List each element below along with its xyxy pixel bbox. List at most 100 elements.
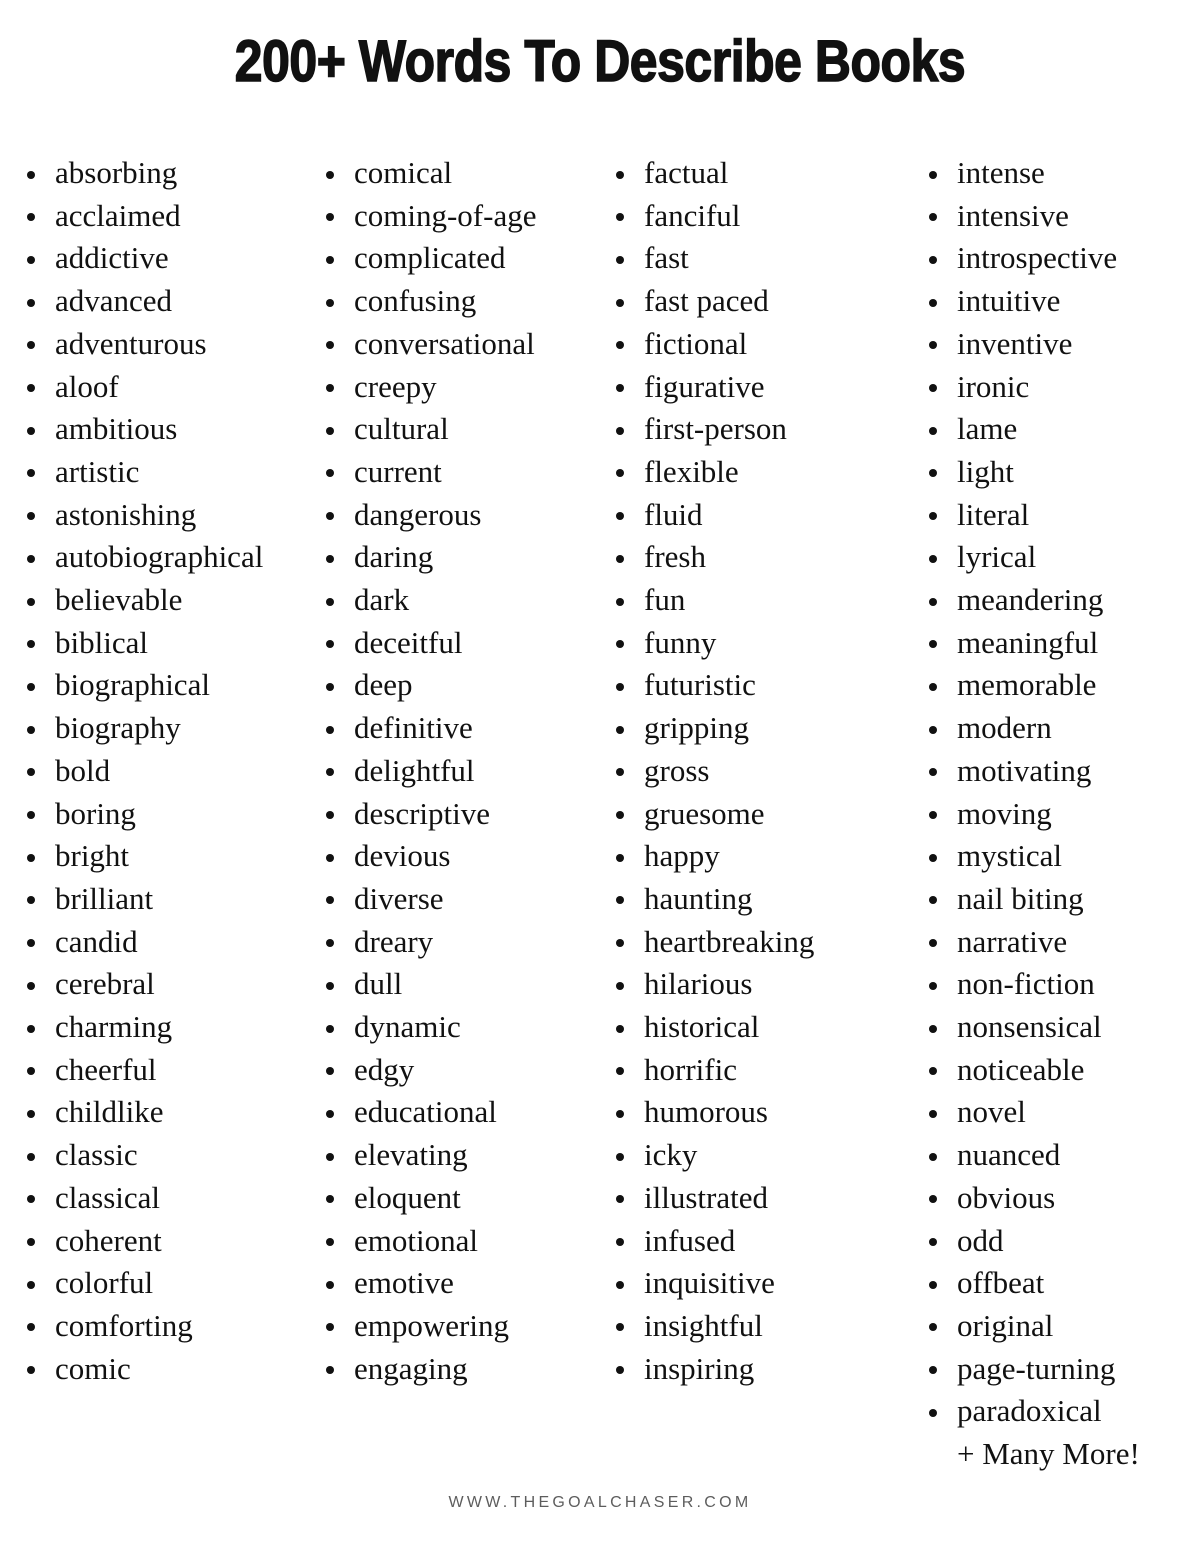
bullet-icon xyxy=(616,682,624,691)
word-label: dull xyxy=(354,966,403,1002)
bullet-icon xyxy=(27,1323,35,1332)
word-list-item: confusing xyxy=(317,280,595,323)
word-label: historical xyxy=(644,1009,760,1045)
word-list-item: comforting xyxy=(18,1305,300,1348)
bullet-icon xyxy=(326,725,334,734)
word-label: inventive xyxy=(957,325,1073,361)
bullet-icon xyxy=(326,1195,334,1204)
footer: WWW.THEGOALCHASER.COM xyxy=(0,1494,1200,1512)
word-label: biographical xyxy=(55,667,210,703)
bullet-icon xyxy=(326,811,334,820)
word-label: confusing xyxy=(354,283,477,319)
word-list-item: coherent xyxy=(18,1220,300,1263)
word-label: empowering xyxy=(354,1307,509,1343)
word-label: noticeable xyxy=(957,1051,1085,1087)
bullet-icon xyxy=(929,170,937,179)
word-label: intense xyxy=(957,155,1045,190)
word-label: conversational xyxy=(354,325,535,361)
bullet-icon xyxy=(326,384,334,393)
word-label: classic xyxy=(55,1137,138,1173)
word-label: biblical xyxy=(55,624,148,660)
word-label: illustrated xyxy=(644,1179,768,1215)
word-list-item: dark xyxy=(317,579,595,622)
word-label: gruesome xyxy=(644,795,765,831)
bullet-icon xyxy=(929,298,937,307)
bullet-icon xyxy=(616,213,624,222)
bullet-icon xyxy=(326,768,334,777)
bullet-icon xyxy=(929,1024,937,1033)
word-label: definitive xyxy=(354,710,473,746)
word-list-item: biography xyxy=(18,707,300,750)
word-list-item: haunting xyxy=(607,878,900,921)
word-list-item: heartbreaking xyxy=(607,921,900,964)
bullet-icon xyxy=(326,597,334,606)
word-list-item: inquisitive xyxy=(607,1262,900,1305)
word-list-item: artistic xyxy=(18,451,300,494)
printable-word-list-page: 200+ Words To Describe Books absorbing ac… xyxy=(0,0,1200,1553)
word-list-item: insightful xyxy=(607,1305,900,1348)
word-list-item: modern xyxy=(920,707,1200,750)
word-list-4: intense intensive introspective intuitive in… xyxy=(920,152,1200,1476)
word-list-item: humorous xyxy=(607,1091,900,1134)
word-list-item: noticeable xyxy=(920,1049,1200,1092)
word-list-item: descriptive xyxy=(317,793,595,836)
word-list-item: paradoxical xyxy=(920,1390,1200,1433)
word-label: bright xyxy=(55,838,130,874)
bullet-icon xyxy=(27,426,35,435)
word-label: boring xyxy=(55,795,136,831)
word-list-item: inventive xyxy=(920,323,1200,366)
word-label: emotive xyxy=(354,1265,454,1301)
word-label: dark xyxy=(354,582,410,618)
word-list-2: comical coming-of-age complicated confusing… xyxy=(317,152,595,1390)
bullet-icon xyxy=(929,1195,937,1204)
bullet-icon xyxy=(27,725,35,734)
word-list-item: nail biting xyxy=(920,878,1200,921)
word-label: memorable xyxy=(957,667,1097,703)
bullet-icon xyxy=(326,213,334,222)
bullet-icon xyxy=(616,255,624,264)
word-label: fanciful xyxy=(644,197,741,233)
bullet-icon xyxy=(27,682,35,691)
bullet-icon xyxy=(929,981,937,990)
bullet-icon xyxy=(326,512,334,521)
bullet-icon xyxy=(616,1323,624,1332)
bullet-icon xyxy=(929,1280,937,1289)
word-label: obvious xyxy=(957,1179,1056,1215)
bullet-icon xyxy=(616,725,624,734)
word-list-item: ironic xyxy=(920,366,1200,409)
bullet-icon xyxy=(326,1366,334,1375)
word-list-item: infused xyxy=(607,1220,900,1263)
bullet-icon xyxy=(326,469,334,478)
bullet-icon xyxy=(326,170,334,179)
word-list-item: complicated xyxy=(317,237,595,280)
word-label: charming xyxy=(55,1009,173,1045)
bullet-icon xyxy=(326,1067,334,1076)
word-column-1: absorbing acclaimed addictive advanced adven… xyxy=(0,152,300,1390)
word-list-item: aloof xyxy=(18,366,300,409)
word-label: classical xyxy=(55,1179,161,1215)
bullet-icon xyxy=(616,1238,624,1247)
word-label: first-person xyxy=(644,411,787,447)
word-list-item: motivating xyxy=(920,750,1200,793)
bullet-icon xyxy=(326,939,334,948)
word-label: infused xyxy=(644,1222,736,1258)
word-label: delightful xyxy=(354,752,475,788)
word-list-item: diverse xyxy=(317,878,595,921)
word-label: gripping xyxy=(644,710,750,746)
word-list-item: creepy xyxy=(317,366,595,409)
bullet-icon xyxy=(27,1280,35,1289)
bullet-icon xyxy=(616,1152,624,1161)
bullet-icon xyxy=(326,640,334,649)
word-label: childlike xyxy=(55,1094,164,1130)
word-label: happy xyxy=(644,838,720,874)
word-list-item: colorful xyxy=(18,1262,300,1305)
word-label: devious xyxy=(354,838,451,874)
bullet-icon xyxy=(929,853,937,862)
bullet-icon xyxy=(326,298,334,307)
word-label: candid xyxy=(55,923,138,959)
word-label: edgy xyxy=(354,1051,415,1087)
word-list-item: eloquent xyxy=(317,1177,595,1220)
bullet-icon xyxy=(616,853,624,862)
word-label: fluid xyxy=(644,496,703,532)
word-list-item: inspiring xyxy=(607,1348,900,1391)
